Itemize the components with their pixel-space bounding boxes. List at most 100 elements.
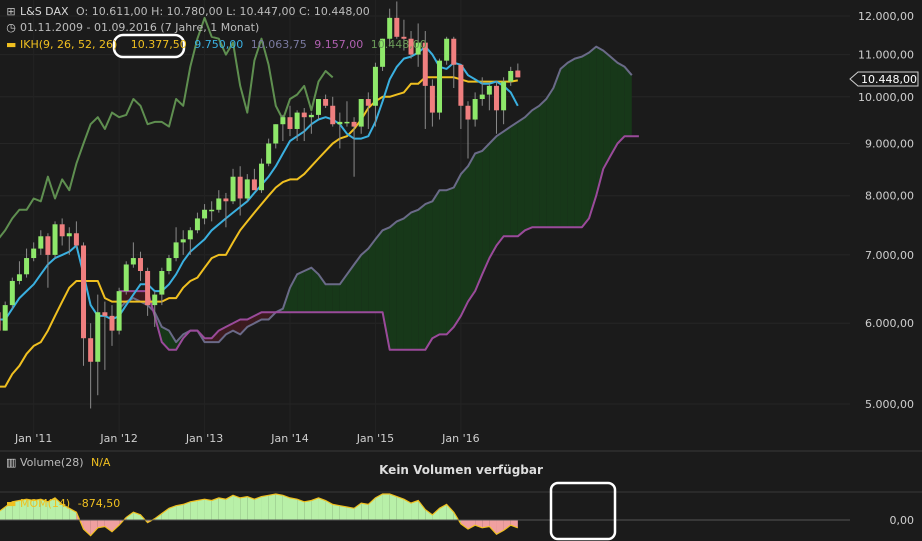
candle	[216, 190, 222, 213]
candle	[351, 117, 357, 177]
ichimoku-chart: 5.000,00 6.000,00 7.000,00 8.000,00 9.000,00…	[0, 0, 922, 541]
momentum-area-segment	[204, 499, 212, 520]
cloud-segment	[603, 50, 611, 169]
candle-body	[301, 112, 307, 118]
candle	[73, 221, 79, 249]
cloud-segment	[396, 218, 404, 350]
candle-body	[202, 209, 208, 219]
cloud-segment	[574, 56, 582, 228]
momentum-area-segment	[218, 497, 226, 520]
candle-body	[479, 94, 485, 100]
y-tick-label: 5.000,00	[865, 398, 914, 411]
momentum-area-segment	[104, 520, 112, 532]
momentum-area-segment	[418, 500, 426, 520]
candle	[244, 174, 250, 202]
candle	[344, 101, 350, 127]
cloud-segment	[560, 62, 568, 228]
header-range-row: ◷ 01.11.2009 - 01.09.2016 (7 Jahre, 1 Mon…	[6, 21, 263, 35]
candle-body	[472, 99, 478, 120]
candle-body	[437, 60, 443, 113]
candle	[266, 138, 272, 167]
candle-body	[109, 315, 115, 331]
candle	[159, 267, 165, 306]
cloud-segment	[475, 150, 483, 292]
candle-body	[2, 305, 8, 331]
candle	[472, 92, 478, 127]
candle	[202, 204, 208, 225]
candle-body	[31, 248, 37, 259]
x-tick-label: Jan '11	[14, 432, 52, 445]
cloud-segment	[460, 166, 468, 316]
cloud-segment	[468, 153, 476, 302]
candle	[45, 233, 51, 288]
candle-body	[280, 117, 286, 125]
cloud-segment	[617, 62, 625, 144]
candle	[88, 323, 94, 409]
candle-body	[159, 270, 165, 295]
candle-body	[337, 121, 343, 125]
highlight-box	[549, 481, 617, 541]
y-tick-label: 7.000,00	[865, 249, 914, 262]
candle-body	[251, 179, 257, 191]
candle-body	[451, 38, 457, 65]
candle-body	[38, 236, 44, 249]
candle-body	[315, 99, 321, 115]
ikh-kijun-value: 10.377,50	[130, 38, 187, 51]
volume-label: Volume(28)	[20, 456, 84, 469]
candle-body	[501, 81, 507, 111]
cloud-segment	[425, 201, 433, 350]
momentum-area-segment	[297, 499, 305, 520]
candle	[2, 301, 8, 331]
momentum-area-segment	[339, 505, 347, 520]
candle	[145, 267, 151, 316]
candle-body	[66, 233, 72, 237]
candle-body	[180, 239, 186, 243]
ikh-tenkan-value: 9.750,00	[194, 38, 244, 51]
y-tick-label: 6.000,00	[865, 317, 914, 330]
cloud-segment	[496, 131, 504, 246]
candle	[501, 77, 507, 125]
momentum-area-segment	[346, 507, 355, 520]
x-axis: Jan '10Jan '11Jan '12Jan '13Jan '14Jan '…	[14, 432, 480, 445]
momentum-swatch-icon: ▬	[6, 497, 17, 510]
cloud-segment	[517, 117, 525, 237]
candle	[230, 168, 236, 205]
candle-body	[515, 70, 521, 78]
candle-body	[486, 85, 492, 95]
chart-type-icon: ⊞	[6, 5, 16, 18]
cloud-segment	[361, 248, 369, 313]
candle-body	[365, 99, 371, 106]
candle	[16, 261, 22, 285]
candle-body	[344, 121, 350, 124]
candle	[444, 36, 450, 65]
candle-body	[394, 17, 400, 37]
x-tick-label: Jan '16	[441, 432, 479, 445]
candle	[24, 248, 30, 278]
cloud-segment	[589, 46, 597, 219]
cloud-segment	[539, 99, 547, 228]
candle-body	[444, 38, 450, 61]
candle-body	[73, 233, 79, 246]
momentum-area-segment	[176, 504, 184, 520]
candle-body	[59, 224, 65, 237]
candle-body	[216, 198, 222, 210]
candle	[109, 305, 115, 346]
cloud-segment	[524, 110, 533, 231]
candle	[451, 36, 457, 89]
candle-body	[130, 258, 136, 265]
symbol-name: L&S DAX	[20, 5, 69, 18]
cloud-segment	[297, 270, 305, 313]
momentum-area-segment	[90, 520, 98, 536]
candle-body	[465, 105, 471, 120]
header-indicator-row: ▬ IKH(9, 26, 52, 26) 10.377,50 9.750,00 1…	[6, 38, 431, 52]
candle	[9, 277, 15, 309]
candle-body	[493, 85, 499, 111]
candle-body	[294, 112, 300, 129]
candle	[102, 301, 108, 370]
candle	[251, 168, 257, 191]
candle-body	[266, 143, 272, 164]
last-price-label: 10.448,00	[861, 73, 917, 86]
cloud-segment	[411, 209, 419, 350]
candle-body	[95, 312, 101, 362]
momentum-header: ▬ MOM(14) -874,50	[6, 497, 124, 511]
